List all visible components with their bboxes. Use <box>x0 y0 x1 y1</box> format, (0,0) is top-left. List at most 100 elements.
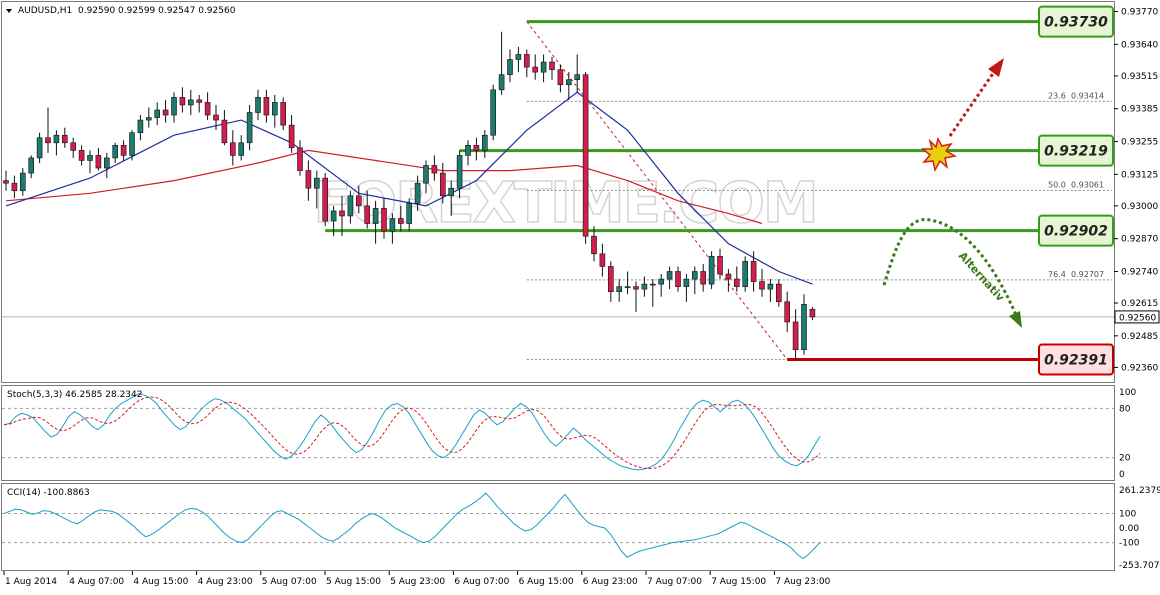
candle-body <box>120 145 127 156</box>
candle-body <box>733 278 740 287</box>
time-tick-label: 6 Aug 15:00 <box>519 577 574 587</box>
candle-body <box>624 286 631 288</box>
candle-body <box>129 132 135 156</box>
explosion-burst-icon <box>920 137 958 173</box>
stoch-header: Stoch(5,3,3) 46.2585 28.2342 <box>7 390 142 400</box>
candle-body <box>3 180 9 184</box>
cci-tick-label: 261.2379 <box>1119 486 1160 496</box>
candle-body <box>725 273 732 280</box>
oscillators <box>3 393 821 560</box>
candle-body <box>759 281 765 290</box>
candle-body <box>36 137 43 159</box>
candle-body <box>523 54 530 68</box>
candle-body <box>633 286 639 290</box>
candle-body <box>372 208 379 224</box>
candle-body <box>154 109 160 118</box>
alternative-label: Alternativ <box>956 249 1008 304</box>
candle-body <box>146 117 152 121</box>
candle-body <box>95 155 102 169</box>
candle-body <box>473 145 480 151</box>
candle-body <box>565 79 572 86</box>
candle-body <box>775 283 782 303</box>
candle-body <box>700 271 707 285</box>
candle-body <box>784 301 791 323</box>
fib-ratio-label: 50.0 <box>1048 180 1066 189</box>
candle-body <box>19 172 26 192</box>
cci-tick-label: 100 <box>1119 509 1136 519</box>
time-tick-label: 5 Aug 23:00 <box>390 577 445 587</box>
time-tick-label: 7 Aug 07:00 <box>647 577 702 587</box>
candle-body <box>481 134 488 151</box>
candle-body <box>45 137 51 144</box>
level-label-0.92391: 0.92391 <box>1044 353 1108 369</box>
cci-tick-label: -100 <box>1119 539 1140 549</box>
candle-body <box>70 142 76 151</box>
candle-body <box>104 157 110 169</box>
candle-body <box>574 74 581 81</box>
candle-body <box>322 177 329 222</box>
grid-layer <box>2 316 1114 544</box>
candle-body <box>750 261 757 282</box>
candle-body <box>305 170 312 189</box>
candle-body <box>61 134 68 144</box>
stoch-tick-label: 20 <box>1119 454 1131 464</box>
candle-body <box>171 97 177 116</box>
candle-body <box>708 256 715 285</box>
candle-body <box>431 165 438 174</box>
watermark: FOREXTIME.COM <box>313 171 816 236</box>
time-tick-label: 1 Aug 2014 <box>5 577 57 587</box>
candle-body <box>179 97 186 106</box>
fib-price-label: 0.93061 <box>1071 180 1104 189</box>
candle-body <box>330 210 337 222</box>
candle-body <box>313 177 320 189</box>
main-header: AUDUSD,H1 0.92590 0.92599 0.92547 0.9256… <box>18 6 236 16</box>
level-label-0.93219: 0.93219 <box>1044 144 1108 160</box>
candle-body <box>196 99 202 103</box>
candle-body <box>11 182 18 192</box>
candle-body <box>641 283 648 290</box>
candle-body <box>691 271 698 280</box>
candle-body <box>389 218 396 232</box>
candle-body <box>87 155 93 161</box>
time-tick-label: 6 Aug 23:00 <box>583 577 638 587</box>
candle-body <box>397 218 404 224</box>
candle-body <box>792 321 799 351</box>
candle-body <box>204 102 211 116</box>
price-tick-label: 0.92360 <box>1121 363 1158 373</box>
candle-body <box>591 235 597 255</box>
candle-body <box>742 261 749 287</box>
candle-body <box>364 205 371 224</box>
cci-header: CCI(14) -100.8863 <box>7 488 90 498</box>
candle-body <box>582 74 589 237</box>
candle-body <box>465 145 471 156</box>
candle-body <box>507 59 513 75</box>
candle-body <box>221 119 228 144</box>
price-tick-label: 0.93125 <box>1121 170 1158 180</box>
time-tick-label: 4 Aug 07:00 <box>69 577 124 587</box>
candle-body <box>238 142 244 156</box>
level-label-0.92902: 0.92902 <box>1044 224 1108 240</box>
cci-line <box>3 492 821 560</box>
stoch-line <box>3 393 821 471</box>
stoch-tick-label: 100 <box>1119 388 1136 398</box>
candle-body <box>767 283 774 290</box>
triangle-down-icon[interactable] <box>6 9 12 13</box>
candle-body <box>406 203 413 224</box>
fib-ratio-label: 76.4 <box>1048 270 1066 279</box>
candle-body <box>532 66 539 73</box>
price-tick-label: 0.92615 <box>1121 299 1158 309</box>
cci-pane-frame <box>1 483 1115 571</box>
candle-body <box>649 283 656 286</box>
candle-body <box>683 278 690 287</box>
time-tick-label: 5 Aug 07:00 <box>262 577 317 587</box>
projection-arrow-up <box>948 71 996 137</box>
time-tick-label: 4 Aug 15:00 <box>133 577 188 587</box>
candle-body <box>666 271 673 280</box>
candle-body <box>675 271 681 287</box>
candle-body <box>423 165 429 184</box>
candle-body <box>213 114 219 121</box>
candle-body <box>717 256 723 275</box>
candle-body <box>515 54 522 60</box>
current-price-label: 0.92560 <box>1119 313 1156 323</box>
price-axes: 0.93770 0.93640 0.93515 0.93385 0.93255 0.931… <box>1114 8 1160 571</box>
